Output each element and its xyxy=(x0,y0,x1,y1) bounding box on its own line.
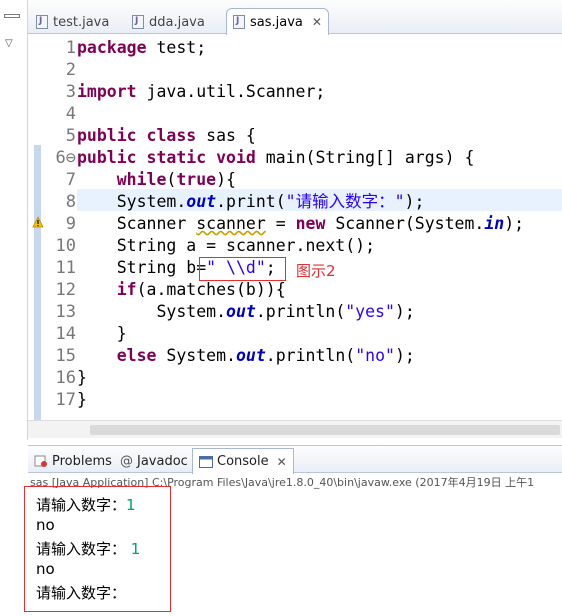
line-number: 12 xyxy=(55,280,76,300)
line-number: 13 xyxy=(55,302,76,322)
line-number: 16 xyxy=(55,368,76,388)
line-number: 8 xyxy=(65,192,76,212)
line-number: 15 xyxy=(55,346,76,366)
code-line-1: package test; xyxy=(77,38,207,57)
code-line-7: while(true){ xyxy=(116,170,236,189)
tab-sas-java[interactable]: sas.java ✕ xyxy=(226,8,329,35)
line-number: 9 xyxy=(65,214,76,234)
editor-horizontal-scrollbar[interactable] xyxy=(28,420,562,438)
tab-label: Problems xyxy=(52,453,112,469)
line-number: 10 xyxy=(55,236,76,256)
annotation-box xyxy=(199,257,286,281)
chevron-down-icon[interactable]: ▽ xyxy=(5,38,13,49)
line-number: 2 xyxy=(65,60,76,80)
line-number: 11 xyxy=(55,258,76,278)
line-number: 5 xyxy=(65,126,76,146)
annotation-label: 图示2 xyxy=(296,262,336,280)
line-number-gutter: 1 2 3 4 5 6⊖ 7 8 9 10 11 12 13 14 15 16 … xyxy=(46,35,76,420)
code-line-12: if(a.matches(b)){ xyxy=(116,280,286,299)
tab-test-java[interactable]: test.java xyxy=(36,10,109,34)
code-line-13: System.out.println("yes"); xyxy=(156,302,415,321)
warning-icon[interactable] xyxy=(32,216,44,228)
code-lines: package test; import java.util.Scanner; … xyxy=(77,37,562,411)
java-file-icon xyxy=(233,15,245,29)
minimize-icon[interactable] xyxy=(4,14,20,18)
code-line-10: String a = scanner.next(); xyxy=(116,236,376,255)
close-icon[interactable]: ✕ xyxy=(277,455,287,469)
code-line-6: public static void main(String[] args) { xyxy=(77,148,475,167)
scrollbar-thumb[interactable] xyxy=(90,425,560,435)
tab-label: Javadoc xyxy=(137,453,188,469)
console-annotation-frame xyxy=(24,486,171,612)
line-number: 3 xyxy=(65,82,76,102)
code-line-16: } xyxy=(77,368,87,387)
tab-label: sas.java xyxy=(250,14,303,30)
code-line-17: } xyxy=(77,390,87,409)
tab-javadoc[interactable]: @ Javadoc xyxy=(120,450,188,472)
java-file-icon xyxy=(36,15,48,29)
tab-label: Console xyxy=(217,454,269,469)
line-number[interactable]: 6⊖ xyxy=(46,147,76,169)
console-icon xyxy=(199,455,213,468)
code-editor[interactable]: 1 2 3 4 5 6⊖ 7 8 9 10 11 12 13 14 15 16 … xyxy=(28,35,562,420)
tab-dda-java[interactable]: dda.java xyxy=(132,10,205,34)
problems-icon xyxy=(34,455,47,467)
code-line-8: System.out.print("请输入数字："); xyxy=(116,192,425,211)
line-number: 1 xyxy=(65,38,76,58)
code-line-9: Scanner scanner = new Scanner(System.in)… xyxy=(116,214,525,233)
line-number: 14 xyxy=(55,324,76,344)
line-number: 7 xyxy=(65,170,76,190)
code-line-5: public class sas { xyxy=(77,126,256,145)
tab-label: test.java xyxy=(53,14,110,30)
at-icon: @ xyxy=(120,453,133,469)
bottom-panel-tab-bar: Problems @ Javadoc Console ✕ xyxy=(28,445,562,474)
line-number: 4 xyxy=(65,104,76,124)
code-line-15: else System.out.println("no"); xyxy=(116,346,415,365)
tab-console[interactable]: Console ✕ xyxy=(192,448,294,474)
editor-tab-bar: test.java dda.java sas.java ✕ xyxy=(0,0,562,35)
tab-problems[interactable]: Problems xyxy=(34,450,112,472)
tab-label: dda.java xyxy=(149,14,205,30)
code-line-14: } xyxy=(116,324,127,343)
code-line-3: import java.util.Scanner; xyxy=(77,82,326,101)
line-number: 17 xyxy=(55,390,76,410)
java-file-icon xyxy=(132,15,144,29)
ruler-range-mark xyxy=(34,145,41,420)
left-panel-strip: ▽ xyxy=(0,0,28,440)
close-icon[interactable]: ✕ xyxy=(312,15,322,29)
